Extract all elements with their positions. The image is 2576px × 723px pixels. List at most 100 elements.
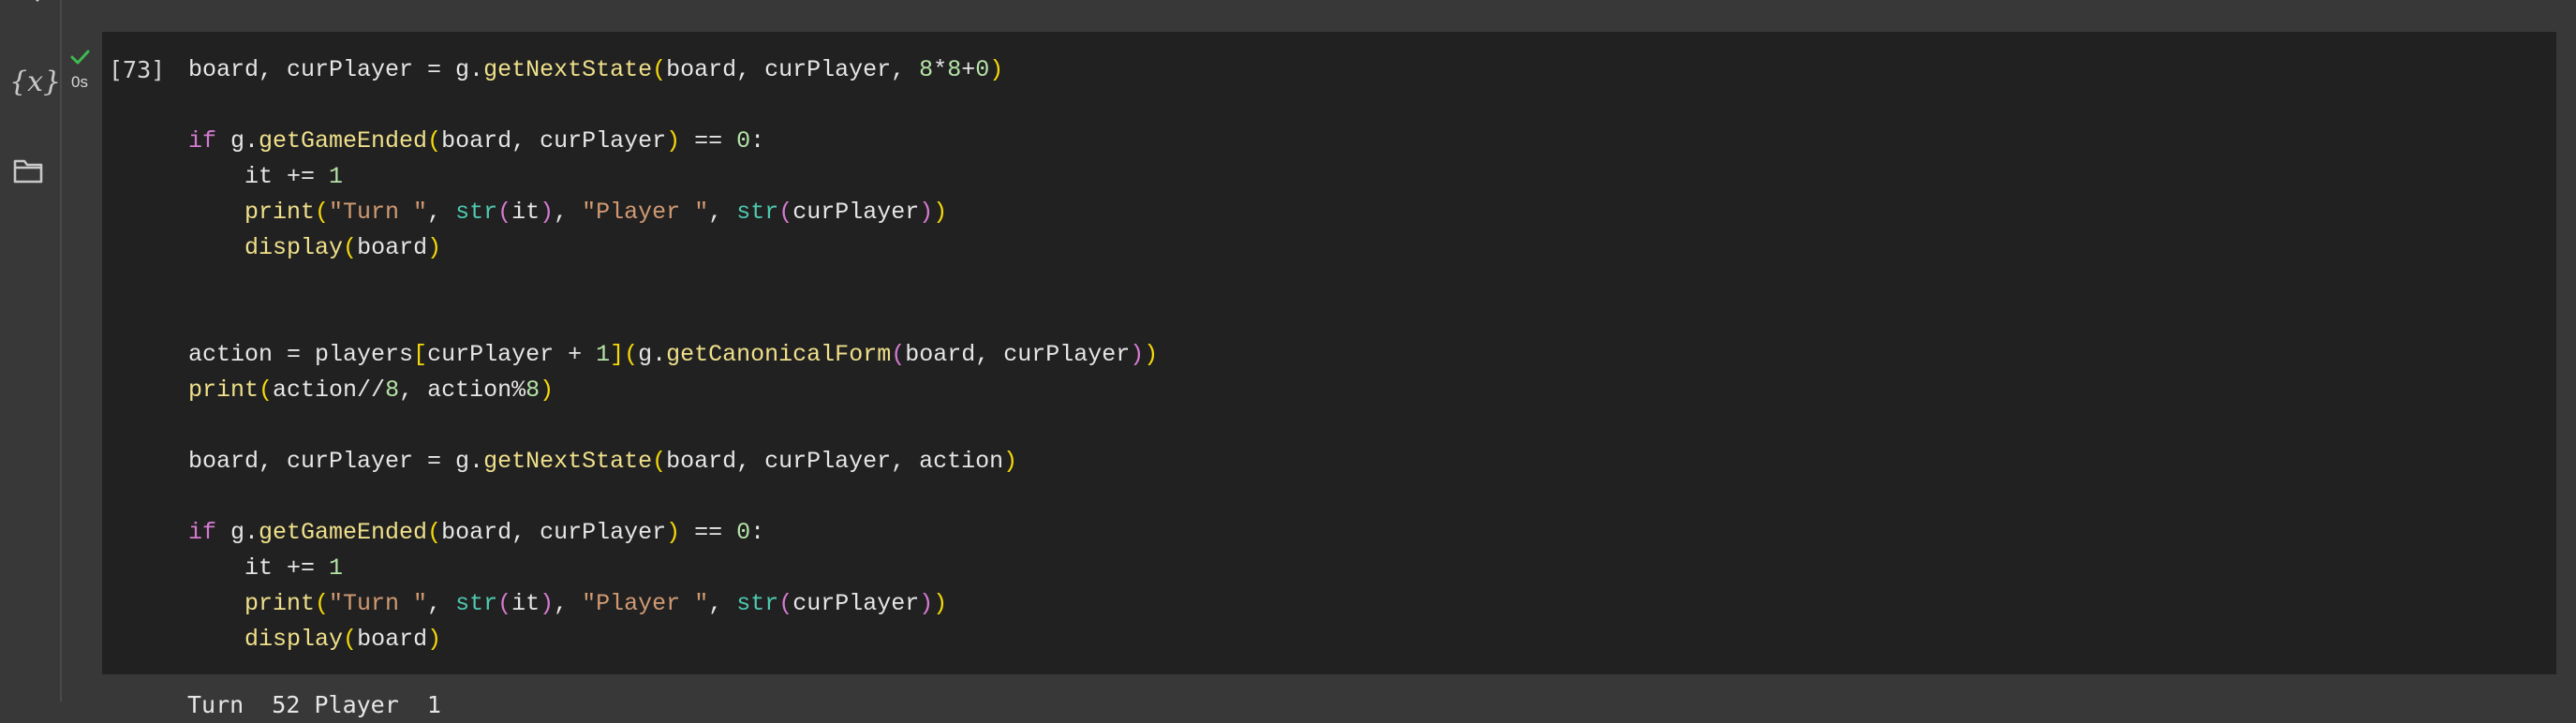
code-token: g. <box>216 519 259 546</box>
code-token: , <box>554 590 583 617</box>
left-sidebar: {x} <box>0 0 62 701</box>
code-token: it += <box>188 163 330 190</box>
code-token: ( <box>624 341 639 368</box>
code-line: print(action//8, action%8) <box>188 373 1158 408</box>
code-token: ) <box>1144 341 1159 368</box>
code-token: print <box>244 590 316 617</box>
code-token: ] <box>610 341 625 368</box>
code-token: board, curPlayer = g. <box>188 56 484 83</box>
code-token: str <box>455 199 498 226</box>
code-token: 1 <box>329 163 344 190</box>
code-token: board, curPlayer = g. <box>188 448 484 475</box>
code-token: action// <box>273 376 386 404</box>
code-token: getNextState <box>483 56 653 83</box>
code-token: curPlayer + <box>427 341 597 368</box>
code-token: display <box>244 234 344 261</box>
code-token: 0 <box>736 127 751 155</box>
code-token: , <box>427 199 456 226</box>
code-line: it += 1 <box>188 551 1158 586</box>
code-token: ) <box>427 234 442 261</box>
cell-gutter <box>62 32 102 674</box>
code-token: getGameEnded <box>259 519 428 546</box>
code-token: , <box>554 199 583 226</box>
code-token: ( <box>343 234 358 261</box>
code-token: g. <box>638 341 667 368</box>
code-token: ( <box>652 448 667 475</box>
code-token: == <box>680 127 737 155</box>
code-token: display <box>244 626 344 653</box>
code-token: + <box>961 56 976 83</box>
code-token: ( <box>497 590 512 617</box>
code-line: print("Turn ", str(it), "Player ", str(c… <box>188 195 1158 230</box>
code-token: , <box>708 199 737 226</box>
code-token: [ <box>413 341 428 368</box>
code-line: board, curPlayer = g.getNextState(board,… <box>188 52 1158 88</box>
code-token: board, curPlayer, <box>666 56 920 83</box>
code-token: board <box>357 626 428 653</box>
code-token: board, curPlayer, action <box>666 448 1004 475</box>
code-token: ) <box>933 199 948 226</box>
code-token: : <box>750 519 765 546</box>
code-token: == <box>680 519 737 546</box>
code-token: curPlayer <box>792 590 920 617</box>
code-token: it += <box>188 554 330 582</box>
code-token: curPlayer <box>792 199 920 226</box>
code-token: ) <box>540 376 555 404</box>
code-token: board, curPlayer <box>441 127 667 155</box>
code-token: ( <box>315 590 330 617</box>
code-token: "Turn " <box>329 199 428 226</box>
code-token: print <box>244 199 316 226</box>
code-token: ( <box>427 519 442 546</box>
code-line: if g.getGameEnded(board, curPlayer) == 0… <box>188 124 1158 159</box>
code-token: board, curPlayer <box>441 519 667 546</box>
code-token: board, curPlayer <box>905 341 1131 368</box>
code-token: 8 <box>526 376 540 404</box>
variables-icon[interactable]: {x} <box>9 62 61 103</box>
code-token: ( <box>497 199 512 226</box>
code-token: board <box>357 234 428 261</box>
code-token: 0 <box>975 56 990 83</box>
code-token: getCanonicalForm <box>666 341 892 368</box>
code-token: ) <box>919 199 934 226</box>
cell-output: Turn 52 Player 1 <box>187 691 441 718</box>
code-token: ) <box>540 590 555 617</box>
code-token: ) <box>427 626 442 653</box>
code-token: ) <box>919 590 934 617</box>
code-token: action = players <box>188 341 414 368</box>
code-line: it += 1 <box>188 159 1158 195</box>
success-check-icon <box>70 50 90 65</box>
code-token: str <box>736 590 779 617</box>
code-token: 0 <box>736 519 751 546</box>
code-token: 1 <box>329 554 344 582</box>
code-token: "Turn " <box>329 590 428 617</box>
code-token: ( <box>778 590 793 617</box>
code-token: , <box>708 590 737 617</box>
code-token: it <box>511 199 540 226</box>
code-token: ) <box>989 56 1004 83</box>
code-token: ) <box>933 590 948 617</box>
code-token: ( <box>259 376 274 404</box>
code-token: : <box>750 127 765 155</box>
code-line: action = players[curPlayer + 1](g.getCan… <box>188 337 1158 373</box>
run-time: 0s <box>71 73 88 91</box>
code-token: ( <box>315 199 330 226</box>
code-token: ( <box>891 341 906 368</box>
code-token: "Player " <box>582 590 709 617</box>
code-token: it <box>511 590 540 617</box>
code-token: ) <box>1003 448 1018 475</box>
execution-count: [73] <box>109 56 166 83</box>
code-token: 1 <box>596 341 611 368</box>
code-token: ( <box>778 199 793 226</box>
code-token: "Player " <box>582 199 709 226</box>
code-line: display(board) <box>188 622 1158 657</box>
code-editor[interactable]: board, curPlayer = g.getNextState(board,… <box>188 52 1158 657</box>
search-icon[interactable] <box>9 0 47 15</box>
code-token: ) <box>540 199 555 226</box>
code-token: ) <box>1130 341 1145 368</box>
code-line: print("Turn ", str(it), "Player ", str(c… <box>188 586 1158 622</box>
code-token: ) <box>666 519 681 546</box>
folder-icon[interactable] <box>9 155 47 187</box>
code-token: getGameEnded <box>259 127 428 155</box>
code-token: ) <box>666 127 681 155</box>
code-token: * <box>933 56 948 83</box>
